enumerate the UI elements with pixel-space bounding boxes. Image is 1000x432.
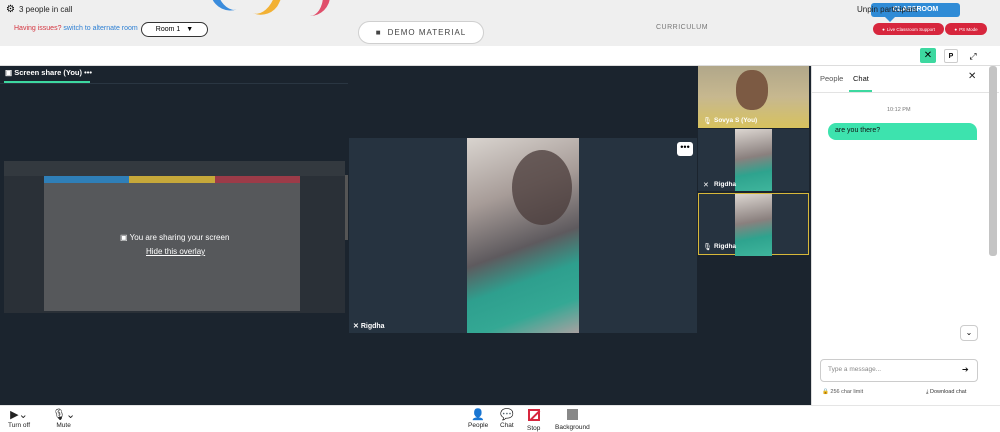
hide-overlay-link[interactable]: Hide this overlay	[146, 247, 205, 256]
chat-message: are you there?	[828, 123, 977, 140]
expand-icon[interactable]: ⤢	[966, 49, 980, 63]
mic-icon: 🎙	[703, 244, 712, 251]
char-limit: 🔒 256 char limit	[822, 389, 863, 395]
support-icon: ●	[882, 26, 885, 32]
ps-mode-button[interactable]: ● PS Mode	[945, 23, 987, 35]
folder-icon: ■	[375, 28, 382, 37]
stop-share-icon	[527, 409, 540, 424]
people-icon: 👤	[471, 409, 485, 421]
stop-share-button[interactable]: Stop	[527, 409, 540, 432]
demo-material-button[interactable]: ■ DEMO MATERIAL	[358, 21, 484, 44]
chevron-down-icon[interactable]: ⌄	[960, 325, 978, 341]
main-participant-name: Rigdha	[360, 323, 385, 330]
background-icon	[555, 409, 590, 423]
camera-button[interactable]: ▶⌄ Turn off	[8, 409, 30, 429]
room-select-value: Room 1	[155, 26, 181, 33]
ps-mode-label: PS Mode	[959, 26, 978, 32]
screen-share-icon: ▣	[5, 68, 13, 77]
download-icon: ⤓	[926, 389, 929, 395]
p-button[interactable]: P	[944, 49, 958, 63]
participant-silhouette	[512, 150, 572, 225]
unpin-icon: ✕	[923, 50, 933, 61]
live-support-button[interactable]: ● Live Classroom Support	[873, 23, 944, 35]
message-placeholder: Type a message...	[828, 366, 882, 373]
alternate-room-link[interactable]: switch to alternate room	[63, 25, 137, 32]
sharing-notice: ▣ You are sharing your screen	[120, 233, 229, 242]
tab-chat[interactable]: Chat	[853, 74, 869, 83]
side-tile-name: Rigdha	[714, 181, 737, 188]
shared-stripe-blue	[44, 176, 129, 183]
people-button[interactable]: 👤 People	[468, 409, 488, 429]
ps-icon: ●	[954, 26, 958, 32]
people-label: People	[468, 422, 489, 429]
call-bar	[0, 46, 1000, 66]
mic-off-icon: ✕	[703, 182, 709, 189]
unpin-participant-label: Unpin participant	[857, 5, 918, 14]
share-scrollbar[interactable]	[345, 175, 348, 240]
chat-icon: 💬	[500, 409, 514, 421]
demo-material-label: DEMO MATERIAL	[387, 28, 467, 37]
side-video-feed	[735, 129, 772, 191]
share-menu-icon[interactable]: •••	[84, 68, 92, 77]
main-video-name: ✕ Rigdha	[353, 322, 385, 330]
gear-icon[interactable]: ⚙	[6, 4, 15, 15]
camera-label: Turn off	[8, 422, 31, 429]
chat-button[interactable]: 💬 Chat	[500, 409, 514, 429]
camera-icon: ▶⌄	[10, 409, 28, 421]
shared-stripe-red	[215, 176, 300, 183]
self-video-face	[736, 70, 768, 110]
microphone-icon: 🎙⌄	[52, 409, 76, 421]
send-icon[interactable]: ➔	[962, 365, 969, 374]
shared-stripe-yellow	[129, 176, 215, 183]
share-divider	[0, 83, 348, 84]
issues-text: Having issues?	[14, 25, 62, 32]
mic-off-icon: ✕	[353, 323, 359, 330]
download-chat-button[interactable]: ⤓ Download chat	[926, 389, 966, 396]
lock-icon: 🔒	[822, 389, 829, 395]
stop-label: Stop	[527, 425, 541, 432]
shared-window-titlebar	[4, 161, 345, 176]
screen-share-title[interactable]: ▣ Screen share (You) •••	[5, 68, 92, 77]
people-in-call: 3 people in call	[19, 5, 73, 14]
screen-share-label: Screen share (You)	[14, 68, 82, 77]
dropdown-arrow-icon: ▼	[186, 26, 194, 33]
screen-icon: ▣	[120, 233, 128, 242]
room-select[interactable]: Room 1 ▼	[141, 22, 208, 37]
side-video-feed	[735, 194, 772, 256]
message-timestamp: 10:12 PM	[887, 107, 911, 113]
mute-label: Mute	[56, 422, 71, 429]
video-menu-button[interactable]: •••	[677, 142, 693, 156]
live-support-label: Live Classroom Support	[886, 26, 935, 32]
page-scrollbar[interactable]	[989, 66, 997, 256]
chat-panel	[811, 66, 1000, 405]
mic-icon: 🎙	[703, 118, 712, 125]
sharing-text: You are sharing your screen	[129, 233, 230, 242]
mute-button[interactable]: 🎙⌄ Mute	[52, 409, 75, 429]
chat-label: Chat	[500, 422, 514, 429]
char-limit-text: 256 char limit	[830, 389, 864, 395]
tab-people[interactable]: People	[820, 74, 843, 83]
chat-divider	[812, 92, 999, 93]
issues-notice: Having issues? switch to alternate room	[14, 25, 138, 32]
unpin-button[interactable]: ✕	[920, 48, 936, 63]
curriculum-tab[interactable]: CURRICULUM	[656, 24, 708, 31]
background-button[interactable]: Background	[555, 409, 590, 431]
close-icon[interactable]: ✕	[968, 71, 976, 82]
side-tile-name: Rigdha	[714, 243, 737, 250]
side-tile-name: Sovya S (You)	[714, 117, 758, 124]
download-chat-label: Download chat	[929, 389, 967, 395]
